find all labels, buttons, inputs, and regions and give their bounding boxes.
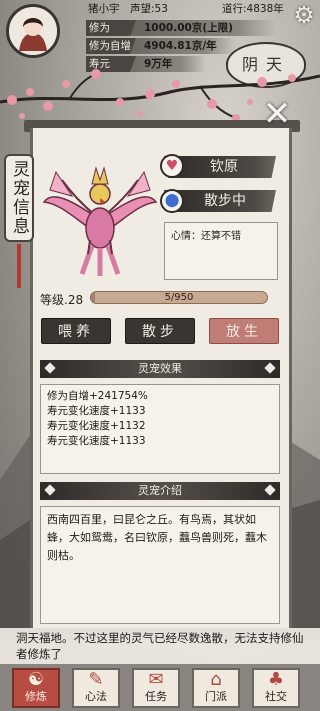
sect-icon: ⌂	[210, 669, 222, 690]
location-pin-icon: ⬤	[160, 189, 184, 213]
walk-button[interactable]: 散步	[125, 318, 195, 344]
intro-box: 西南四百里，曰昆仑之丘。有鸟焉，其状如蜂，大如鸳鸯，名曰钦原，蠚鸟兽则死，蠚木则…	[40, 506, 280, 624]
mind-method-icon: ✎	[88, 669, 104, 690]
avatar-portrait-icon	[9, 7, 57, 55]
nav-item-mind-method[interactable]: ✎ 心法	[72, 668, 120, 708]
intro-section-header: 灵宠介绍	[40, 482, 280, 500]
stat-value: 4904.81京/年	[144, 40, 217, 52]
gear-icon[interactable]: ⚙	[291, 2, 317, 28]
nav-label: 任务	[145, 690, 167, 703]
effect-line: 修为自增+241754%	[47, 390, 148, 402]
player-name: 猪小宇	[88, 3, 120, 15]
player-avatar[interactable]	[6, 4, 60, 58]
cultivate-icon: ☯	[27, 669, 45, 690]
effect-line: 寿元变化速度+1133	[47, 435, 146, 447]
nav-item-cultivate[interactable]: ☯ 修炼	[12, 668, 60, 708]
nav-label: 心法	[85, 690, 107, 703]
bottom-nav: ☯ 修炼 ✎ 心法 ✉ 任务 ⌂ 门派 ♣ 社交	[0, 664, 320, 711]
tassel-decoration	[17, 244, 21, 288]
nav-item-task[interactable]: ✉ 任务	[132, 668, 180, 708]
nav-item-social[interactable]: ♣ 社交	[252, 668, 300, 708]
social-icon: ♣	[267, 669, 285, 690]
effects-box: 修为自增+241754% 寿元变化速度+1133 寿元变化速度+1132 寿元变…	[40, 384, 280, 474]
nav-label: 门派	[205, 690, 227, 703]
pet-exp-bar: 5/950	[90, 291, 268, 304]
heart-icon: ♥	[160, 154, 184, 178]
side-tab-pet-info: 灵宠信息	[4, 154, 34, 242]
scene-message: 洞天福地。不过这里的灵气已经尽数逸散，无法支持修仙者修炼了	[0, 628, 320, 664]
stat-row-cultivation: 修为 1000.00京(上限)	[86, 20, 276, 36]
pet-exp-text: 5/950	[164, 292, 194, 303]
feed-button[interactable]: 喂养	[41, 318, 111, 344]
effect-line: 寿元变化速度+1133	[47, 405, 146, 417]
pet-mood-box: 心情：还算不错	[164, 222, 278, 280]
stat-label: 修为自增	[86, 38, 136, 54]
dao-points-text: 道行:4838年	[222, 3, 284, 15]
pet-bird-icon	[42, 166, 158, 276]
stat-label: 修为	[86, 20, 136, 36]
reputation-text: 声望:53	[130, 3, 168, 15]
task-icon: ✉	[148, 669, 164, 690]
nav-label: 修炼	[25, 690, 47, 703]
stat-value: 1000.00京(上限)	[144, 22, 233, 34]
stat-row-cultivation-rate: 修为自增 4904.81京/年	[86, 38, 236, 54]
close-icon[interactable]: ✕	[260, 97, 294, 132]
pet-level-label: 等级.28	[40, 293, 84, 307]
effects-section-header: 灵宠效果	[40, 360, 280, 378]
release-button[interactable]: 放生	[209, 318, 279, 344]
nav-item-sect[interactable]: ⌂ 门派	[192, 668, 240, 708]
nav-label: 社交	[265, 690, 287, 703]
effect-line: 寿元变化速度+1132	[47, 420, 146, 432]
